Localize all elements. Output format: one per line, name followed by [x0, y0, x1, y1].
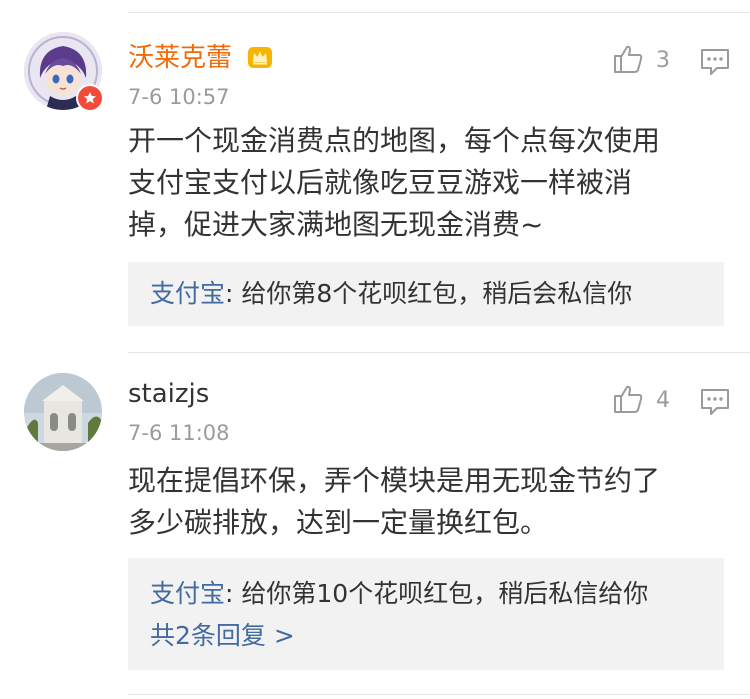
comment-icon — [701, 49, 729, 75]
bottom-divider — [128, 694, 750, 695]
reply-text: 给你第10个花呗红包，稍后私信给你 — [241, 579, 649, 608]
comment-time: 7-6 10:57 — [128, 85, 230, 109]
comment-body: 现在提倡环保，弄个模块是用无现金节约了 多少碳排放，达到一定量换红包。 — [128, 460, 718, 544]
comment-time: 7-6 11:08 — [128, 421, 230, 445]
thumbs-up-icon — [612, 44, 644, 78]
username-text[interactable]: 沃莱克蕾 — [128, 43, 232, 73]
verified-badge-icon — [76, 84, 104, 112]
comment-body-line: 支付宝支付以后就像吃豆豆游戏一样被消 — [128, 166, 633, 199]
reply-author[interactable]: 支付宝 — [150, 279, 225, 308]
comment-icon — [701, 389, 729, 415]
like-button[interactable]: 4 — [612, 384, 670, 418]
reply-line: 支付宝: 给你第8个花呗红包，稍后会私信你 — [150, 273, 724, 315]
comment-body-line: 现在提倡环保，弄个模块是用无现金节约了 — [128, 464, 661, 497]
like-button[interactable]: 3 — [612, 44, 670, 78]
reply-button[interactable] — [700, 48, 730, 80]
reply-text: 给你第8个花呗红包，稍后会私信你 — [241, 279, 633, 308]
reply-box[interactable]: 支付宝: 给你第10个花呗红包，稍后私信给你 共2条回复 > — [128, 558, 724, 670]
comment-body-line: 掉，促进大家满地图无现金消费~ — [128, 208, 544, 241]
avatar[interactable] — [24, 373, 102, 451]
reply-separator: : — [225, 579, 242, 608]
reply-line: 支付宝: 给你第10个花呗红包，稍后私信给你 — [150, 573, 724, 615]
reply-author[interactable]: 支付宝 — [150, 579, 225, 608]
comment-body: 开一个现金消费点的地图，每个点每次使用 支付宝支付以后就像吃豆豆游戏一样被消 掉… — [128, 120, 718, 246]
reply-box[interactable]: 支付宝: 给你第8个花呗红包，稍后会私信你 — [128, 262, 724, 326]
thumbs-up-icon — [612, 384, 644, 418]
reply-button[interactable] — [700, 388, 730, 420]
username[interactable]: 沃莱克蕾 — [128, 42, 274, 78]
reply-separator: : — [225, 279, 242, 308]
like-count: 3 — [656, 48, 670, 73]
username-text[interactable]: staizjs — [128, 379, 209, 409]
username[interactable]: staizjs — [128, 378, 209, 410]
like-count: 4 — [656, 388, 670, 413]
vip-crown-icon — [246, 44, 274, 78]
more-replies-link[interactable]: 共2条回复 > — [150, 615, 724, 657]
comment-divider — [128, 352, 750, 353]
comment-body-line: 多少碳排放，达到一定量换红包。 — [128, 506, 549, 539]
comment-body-line: 开一个现金消费点的地图，每个点每次使用 — [128, 124, 661, 157]
top-divider — [128, 12, 750, 13]
